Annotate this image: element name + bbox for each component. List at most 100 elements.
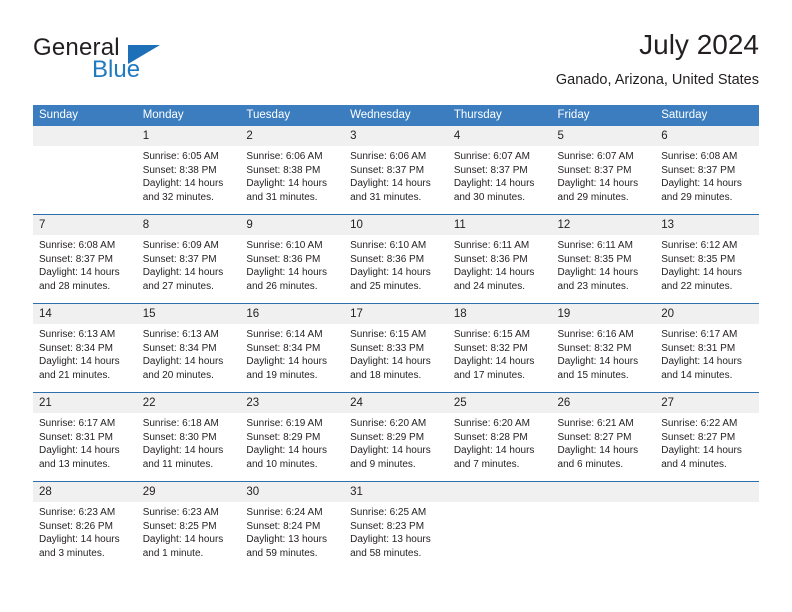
calendar-body: 1 Sunrise: 6:05 AM Sunset: 8:38 PM Daylight…: [33, 126, 759, 570]
calendar-day-cell[interactable]: 11 Sunrise: 6:11 AM Sunset: 8:36 PM Dayligh…: [447, 214, 552, 304]
sun-info-line: Daylight: 14 hours: [350, 356, 431, 368]
sun-info-line: Daylight: 14 hours: [453, 178, 535, 190]
sun-info-line: Sunset: 8:27 PM: [661, 431, 736, 443]
sun-info-line: and 4 minutes.: [661, 458, 727, 470]
calendar-day-cell[interactable]: 6 Sunrise: 6:08 AM Sunset: 8:37 PM Daylight…: [655, 126, 759, 215]
weekday-header-saturday: Saturday: [655, 105, 759, 126]
sun-info-line: Sunset: 8:36 PM: [453, 253, 528, 265]
day-number: 16: [240, 304, 345, 324]
day-cell-content: 11 Sunrise: 6:11 AM Sunset: 8:36 PM Dayligh…: [447, 215, 552, 303]
calendar-day-cell[interactable]: 21 Sunrise: 6:17 AM Sunset: 8:31 PM Dayligh…: [33, 392, 137, 482]
day-sun-info: Sunrise: 6:12 AM Sunset: 8:35 PM Daylight:…: [655, 235, 759, 293]
calendar-day-cell[interactable]: 19 Sunrise: 6:16 AM Sunset: 8:32 PM Dayligh…: [551, 303, 656, 393]
day-cell-content: 10 Sunrise: 6:10 AM Sunset: 8:36 PM Dayligh…: [344, 215, 448, 303]
sun-info-line: Sunset: 8:36 PM: [246, 253, 321, 265]
sun-info-line: Sunrise: 6:15 AM: [453, 329, 530, 340]
calendar-day-cell[interactable]: 14 Sunrise: 6:13 AM Sunset: 8:34 PM Dayligh…: [33, 303, 137, 393]
calendar-day-cell[interactable]: 16 Sunrise: 6:14 AM Sunset: 8:34 PM Dayligh…: [240, 303, 345, 393]
day-cell-content: 9 Sunrise: 6:10 AM Sunset: 8:36 PM Daylight…: [240, 215, 345, 303]
brand-logo[interactable]: General Blue: [33, 34, 263, 90]
sun-info-line: Daylight: 14 hours: [142, 267, 224, 279]
sun-info-line: Daylight: 14 hours: [661, 178, 742, 190]
calendar-day-cell[interactable]: 30 Sunrise: 6:24 AM Sunset: 8:24 PM Dayligh…: [240, 481, 345, 570]
sun-info-line: Sunrise: 6:11 AM: [557, 240, 633, 251]
day-number: 3: [344, 126, 448, 146]
day-cell-content: 6 Sunrise: 6:08 AM Sunset: 8:37 PM Daylight…: [655, 126, 759, 214]
calendar-day-cell[interactable]: 8 Sunrise: 6:09 AM Sunset: 8:37 PM Daylight…: [136, 214, 241, 304]
weekday-header-thursday: Thursday: [447, 105, 552, 126]
sun-info-line: Daylight: 14 hours: [661, 445, 742, 457]
day-sun-info: Sunrise: 6:20 AM Sunset: 8:28 PM Daylight:…: [448, 413, 552, 471]
day-cell-content: 4 Sunrise: 6:07 AM Sunset: 8:37 PM Daylight…: [447, 126, 552, 214]
sun-info-line: Sunrise: 6:08 AM: [661, 151, 738, 162]
calendar-day-cell[interactable]: 1 Sunrise: 6:05 AM Sunset: 8:38 PM Daylight…: [136, 126, 241, 215]
calendar-day-cell[interactable]: 20 Sunrise: 6:17 AM Sunset: 8:31 PM Dayligh…: [655, 303, 759, 393]
calendar-week-row: 7 Sunrise: 6:08 AM Sunset: 8:37 PM Daylight…: [33, 214, 759, 304]
sun-info-line: Sunrise: 6:10 AM: [350, 240, 427, 251]
day-cell-content: 7 Sunrise: 6:08 AM Sunset: 8:37 PM Daylight…: [33, 215, 137, 303]
day-number: [447, 482, 552, 502]
day-number: 19: [551, 304, 656, 324]
sun-info-line: Daylight: 14 hours: [142, 356, 224, 368]
sun-info-line: Sunrise: 6:20 AM: [350, 418, 427, 429]
sun-info-line: Sunset: 8:26 PM: [39, 520, 113, 532]
day-number: 5: [551, 126, 656, 146]
calendar-day-cell[interactable]: 7 Sunrise: 6:08 AM Sunset: 8:37 PM Daylight…: [33, 214, 137, 304]
calendar-day-cell[interactable]: 5 Sunrise: 6:07 AM Sunset: 8:37 PM Daylight…: [551, 126, 656, 215]
calendar-day-cell[interactable]: 23 Sunrise: 6:19 AM Sunset: 8:29 PM Dayligh…: [240, 392, 345, 482]
sun-info-line: Sunrise: 6:16 AM: [557, 329, 634, 340]
day-cell-content: 14 Sunrise: 6:13 AM Sunset: 8:34 PM Dayligh…: [33, 304, 137, 392]
day-sun-info: Sunrise: 6:14 AM Sunset: 8:34 PM Daylight:…: [240, 324, 344, 382]
sun-info-line: Daylight: 14 hours: [142, 178, 224, 190]
calendar-day-cell[interactable]: 26 Sunrise: 6:21 AM Sunset: 8:27 PM Dayligh…: [551, 392, 656, 482]
sun-info-line: and 27 minutes.: [142, 280, 214, 292]
day-sun-info: Sunrise: 6:24 AM Sunset: 8:24 PM Daylight:…: [240, 502, 344, 560]
calendar-day-cell[interactable]: 13 Sunrise: 6:12 AM Sunset: 8:35 PM Dayligh…: [655, 214, 759, 304]
day-cell-content: 31 Sunrise: 6:25 AM Sunset: 8:23 PM Dayligh…: [344, 482, 448, 570]
calendar-day-cell[interactable]: 31 Sunrise: 6:25 AM Sunset: 8:23 PM Dayligh…: [344, 481, 448, 570]
sun-info-line: and 19 minutes.: [246, 369, 318, 381]
calendar-day-cell[interactable]: 15 Sunrise: 6:13 AM Sunset: 8:34 PM Dayligh…: [136, 303, 241, 393]
sun-info-line: Sunset: 8:38 PM: [246, 164, 321, 176]
title-block: July 2024 Ganado, Arizona, United States: [556, 28, 759, 90]
sun-info-line: Daylight: 14 hours: [246, 178, 328, 190]
calendar-day-cell[interactable]: 4 Sunrise: 6:07 AM Sunset: 8:37 PM Daylight…: [447, 126, 552, 215]
calendar-day-cell[interactable]: 17 Sunrise: 6:15 AM Sunset: 8:33 PM Dayligh…: [344, 303, 448, 393]
sun-info-line: Sunset: 8:32 PM: [557, 342, 632, 354]
calendar-day-cell[interactable]: 18 Sunrise: 6:15 AM Sunset: 8:32 PM Dayligh…: [447, 303, 552, 393]
sun-info-line: Daylight: 14 hours: [557, 178, 639, 190]
day-number: 22: [136, 393, 241, 413]
calendar-day-cell[interactable]: 12 Sunrise: 6:11 AM Sunset: 8:35 PM Dayligh…: [551, 214, 656, 304]
day-number: 15: [136, 304, 241, 324]
location-subtitle: Ganado, Arizona, United States: [555, 72, 759, 88]
day-sun-info: Sunrise: 6:23 AM Sunset: 8:25 PM Daylight:…: [137, 502, 241, 560]
calendar-day-cell[interactable]: 24 Sunrise: 6:20 AM Sunset: 8:29 PM Dayligh…: [344, 392, 448, 482]
sun-info-line: and 58 minutes.: [350, 547, 422, 559]
calendar-day-cell[interactable]: 9 Sunrise: 6:10 AM Sunset: 8:36 PM Daylight…: [240, 214, 345, 304]
day-number: 23: [240, 393, 345, 413]
day-number: 2: [240, 126, 345, 146]
sun-info-line: and 13 minutes.: [39, 458, 111, 470]
sun-info-line: Sunset: 8:24 PM: [246, 520, 321, 532]
sun-info-line: Sunrise: 6:08 AM: [39, 240, 116, 251]
calendar-page: General Blue July 2024 Ganado, Arizona, …: [0, 0, 792, 612]
calendar-day-cell[interactable]: 29 Sunrise: 6:23 AM Sunset: 8:25 PM Dayligh…: [136, 481, 241, 570]
calendar-day-cell[interactable]: 25 Sunrise: 6:20 AM Sunset: 8:28 PM Dayligh…: [447, 392, 552, 482]
calendar-day-cell[interactable]: 28 Sunrise: 6:23 AM Sunset: 8:26 PM Dayligh…: [33, 481, 137, 570]
sun-info-line: Daylight: 14 hours: [350, 267, 431, 279]
day-sun-info: Sunrise: 6:15 AM Sunset: 8:32 PM Daylight:…: [448, 324, 552, 382]
sun-info-line: Sunrise: 6:11 AM: [453, 240, 530, 251]
day-sun-info: Sunrise: 6:15 AM Sunset: 8:33 PM Daylight:…: [344, 324, 448, 382]
day-number: 24: [344, 393, 448, 413]
calendar-day-cell[interactable]: 3 Sunrise: 6:06 AM Sunset: 8:37 PM Daylight…: [344, 126, 448, 215]
calendar-day-cell[interactable]: 10 Sunrise: 6:10 AM Sunset: 8:36 PM Dayligh…: [344, 214, 448, 304]
sun-info-line: Sunset: 8:25 PM: [142, 520, 217, 532]
day-cell-content: 18 Sunrise: 6:15 AM Sunset: 8:32 PM Dayligh…: [447, 304, 552, 392]
sun-info-line: Sunset: 8:34 PM: [246, 342, 321, 354]
sun-info-line: Daylight: 14 hours: [350, 178, 431, 190]
calendar-day-cell[interactable]: 22 Sunrise: 6:18 AM Sunset: 8:30 PM Dayligh…: [136, 392, 241, 482]
calendar-day-cell[interactable]: 27 Sunrise: 6:22 AM Sunset: 8:27 PM Dayligh…: [655, 392, 759, 482]
calendar-empty-cell: [655, 481, 759, 570]
calendar-day-cell[interactable]: 2 Sunrise: 6:06 AM Sunset: 8:38 PM Daylight…: [240, 126, 345, 215]
day-cell-content: 28 Sunrise: 6:23 AM Sunset: 8:26 PM Dayligh…: [33, 482, 137, 570]
